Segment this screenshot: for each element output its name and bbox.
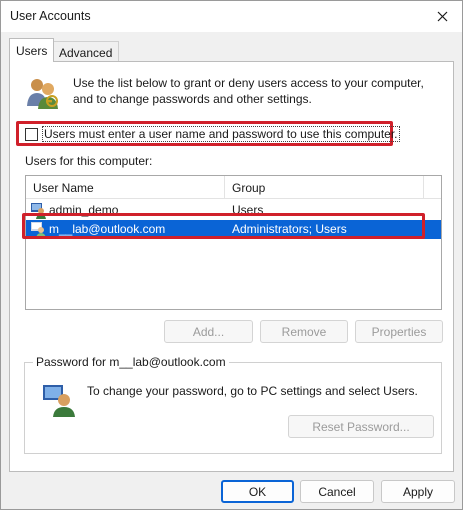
tab-advanced-label: Advanced <box>59 45 113 60</box>
column-header-user-name[interactable]: User Name <box>26 176 225 199</box>
require-login-label[interactable]: Users must enter a user name and passwor… <box>42 126 400 142</box>
users-for-computer-label: Users for this computer: <box>25 154 153 168</box>
add-button[interactable]: Add... <box>164 320 253 343</box>
column-header-user-name-label: User Name <box>33 180 94 195</box>
properties-button[interactable]: Properties <box>355 320 443 343</box>
apply-button-label: Apply <box>402 484 434 499</box>
column-header-group-label: Group <box>232 180 266 195</box>
password-group: Password for m__lab@outlook.com To chang… <box>24 355 442 454</box>
cancel-button-label: Cancel <box>318 484 356 499</box>
remove-button[interactable]: Remove <box>260 320 348 343</box>
properties-button-label: Properties <box>371 324 427 339</box>
user-accounts-window: User Accounts Users Advanced Use the lis… <box>0 0 463 510</box>
users-icon <box>27 79 58 109</box>
reset-password-button-label: Reset Password... <box>312 419 410 434</box>
close-icon <box>437 11 447 22</box>
add-button-label: Add... <box>192 324 225 339</box>
ok-button[interactable]: OK <box>221 480 294 503</box>
remove-button-label: Remove <box>281 324 327 339</box>
intro-line-2: and to change passwords and other settin… <box>73 92 312 106</box>
password-instructions: To change your password, go to PC settin… <box>87 384 418 398</box>
cancel-button[interactable]: Cancel <box>300 480 374 503</box>
window-title: User Accounts <box>10 9 91 23</box>
tab-users-label: Users <box>16 43 48 58</box>
tab-advanced[interactable]: Advanced <box>52 41 120 63</box>
ok-button-label: OK <box>248 484 267 499</box>
title-bar: User Accounts <box>1 1 462 32</box>
column-header-group[interactable]: Group <box>225 176 424 199</box>
intro-line-1: Use the list below to grant or deny user… <box>73 76 424 90</box>
users-list[interactable]: User Name Group admin_demo Users m__lab@… <box>25 175 442 310</box>
list-header: User Name Group <box>26 176 441 199</box>
require-login-option[interactable]: Users must enter a user name and passwor… <box>25 126 400 142</box>
password-group-title: Password for m__lab@outlook.com <box>33 355 229 369</box>
users-tab-panel: Use the list below to grant or deny user… <box>9 61 454 472</box>
intro-text: Use the list below to grant or deny user… <box>73 75 443 107</box>
tab-users[interactable]: Users <box>9 38 55 62</box>
selected-row-highlight-box <box>22 213 425 239</box>
require-login-checkbox[interactable] <box>25 127 38 141</box>
close-button[interactable] <box>422 1 462 32</box>
password-user-icon <box>43 385 75 417</box>
apply-button[interactable]: Apply <box>381 480 455 503</box>
reset-password-button[interactable]: Reset Password... <box>288 415 434 438</box>
